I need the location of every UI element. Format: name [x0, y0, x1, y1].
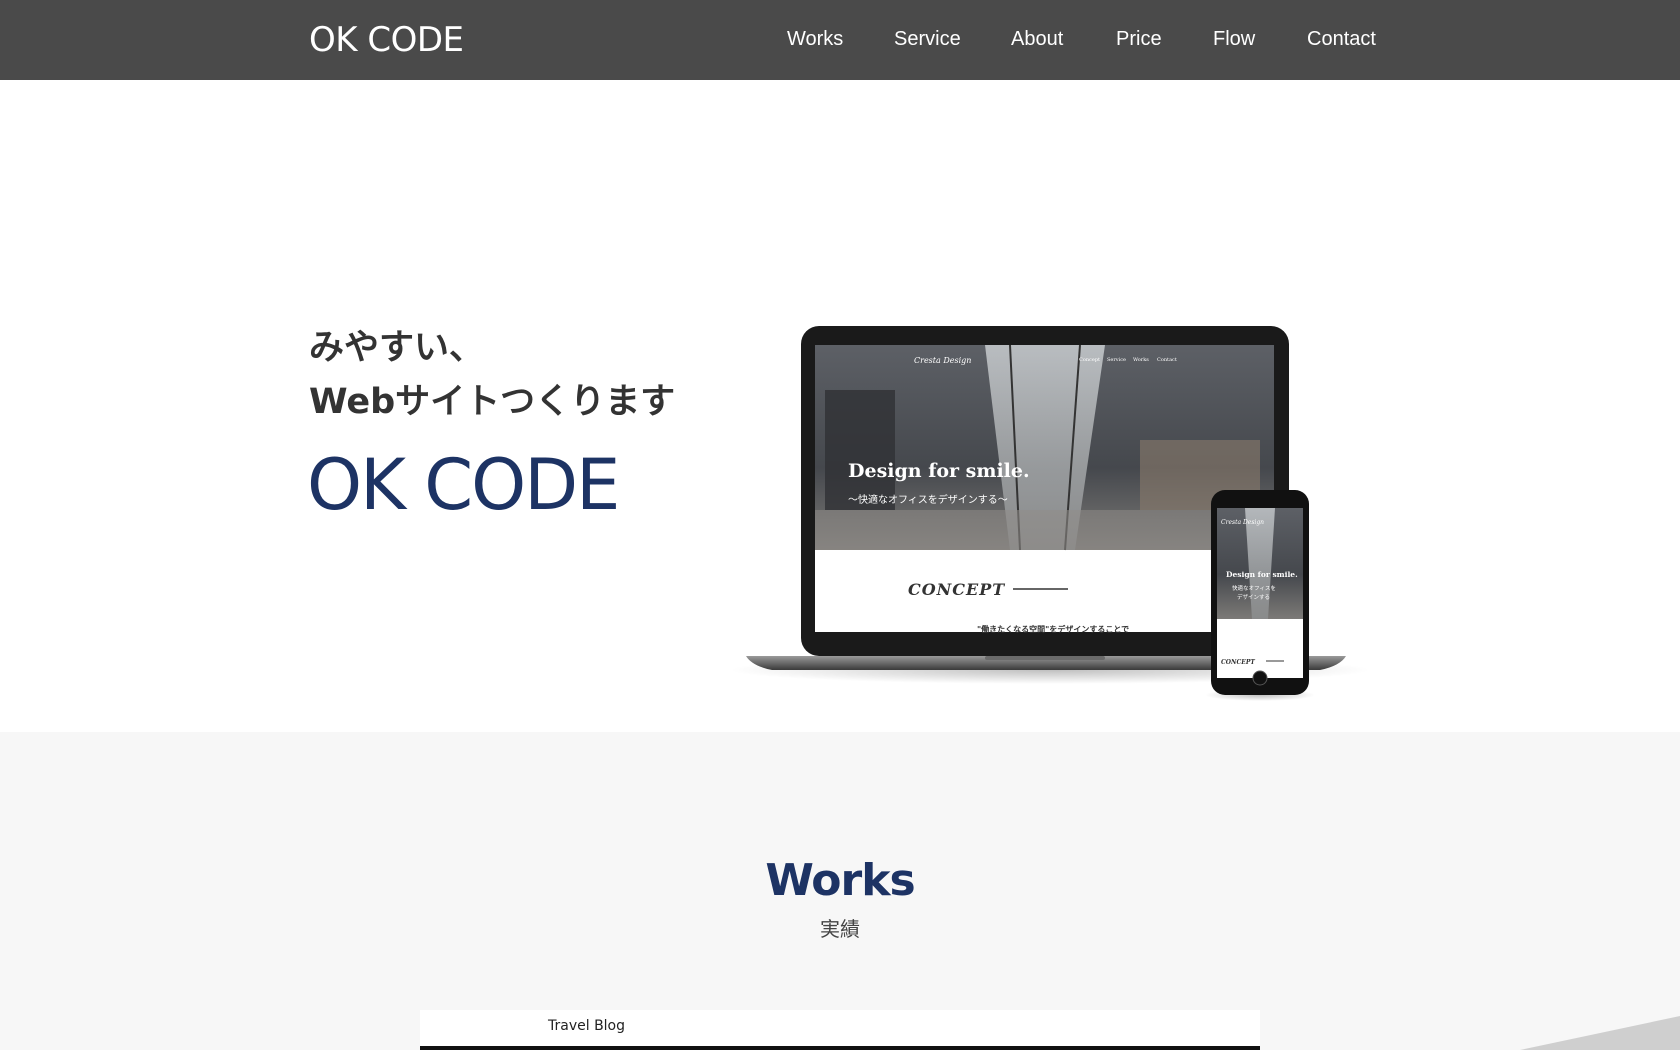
works-subheading: 実績: [820, 917, 860, 941]
work-card-label: Travel Blog: [548, 1018, 626, 1034]
mockup-headline: Design for smile.: [848, 460, 1030, 482]
hero-brand-title: OK CODE: [307, 444, 620, 526]
work-card-travel-blog[interactable]: Travel Blog: [420, 1010, 1260, 1050]
mockup-nav-4: Contact: [1157, 357, 1177, 363]
devices-mockup-image: Cresta Design Concept Service Works Cont…: [720, 240, 1380, 710]
mockup-concept-text: "働きたくなる空間"をデザインすることで: [977, 624, 1129, 634]
hero-section: みやすい、 Webサイトつくります OK CODE Cresta Design …: [0, 80, 1680, 732]
nav-works[interactable]: Works: [787, 25, 843, 53]
mockup-site-name: Cresta Design: [914, 356, 971, 365]
devices-mockup-svg: Cresta Design Concept Service Works Cont…: [730, 326, 1370, 701]
work-card-preview: [420, 1046, 1260, 1050]
nav-contact[interactable]: Contact: [1307, 25, 1376, 53]
main-nav: Works Service About Price Flow Contact: [0, 25, 1680, 55]
phone-concept: CONCEPT: [1221, 659, 1255, 666]
mockup-nav-3: Works: [1133, 357, 1149, 363]
phone-headline: Design for smile.: [1226, 570, 1298, 579]
phone-mockup: Cresta Design Design for smile. 快適なオフィスを…: [1205, 490, 1315, 701]
works-section: Works 実績 Travel Blog: [0, 732, 1680, 1050]
mockup-nav-2: Service: [1107, 357, 1126, 363]
mockup-concept: CONCEPT: [908, 580, 1005, 599]
nav-price[interactable]: Price: [1116, 25, 1162, 53]
nav-service[interactable]: Service: [894, 25, 961, 53]
hero-tagline-line2: Webサイトつくります: [309, 382, 676, 422]
corner-decoration: [1520, 1016, 1680, 1050]
nav-flow[interactable]: Flow: [1213, 25, 1255, 53]
works-heading: Works: [765, 855, 915, 906]
nav-about[interactable]: About: [1011, 25, 1063, 53]
site-header: OK CODE Works Service About Price Flow C…: [0, 0, 1680, 80]
mockup-subline: 〜快適なオフィスをデザインする〜: [848, 493, 1008, 506]
hero-tagline-line1: みやすい、: [309, 328, 485, 368]
phone-subline-1: 快適なオフィスを: [1232, 584, 1276, 592]
mockup-nav-1: Concept: [1079, 357, 1100, 363]
phone-subline-2: デザインする: [1237, 593, 1270, 601]
phone-site-name: Cresta Design: [1221, 519, 1264, 526]
